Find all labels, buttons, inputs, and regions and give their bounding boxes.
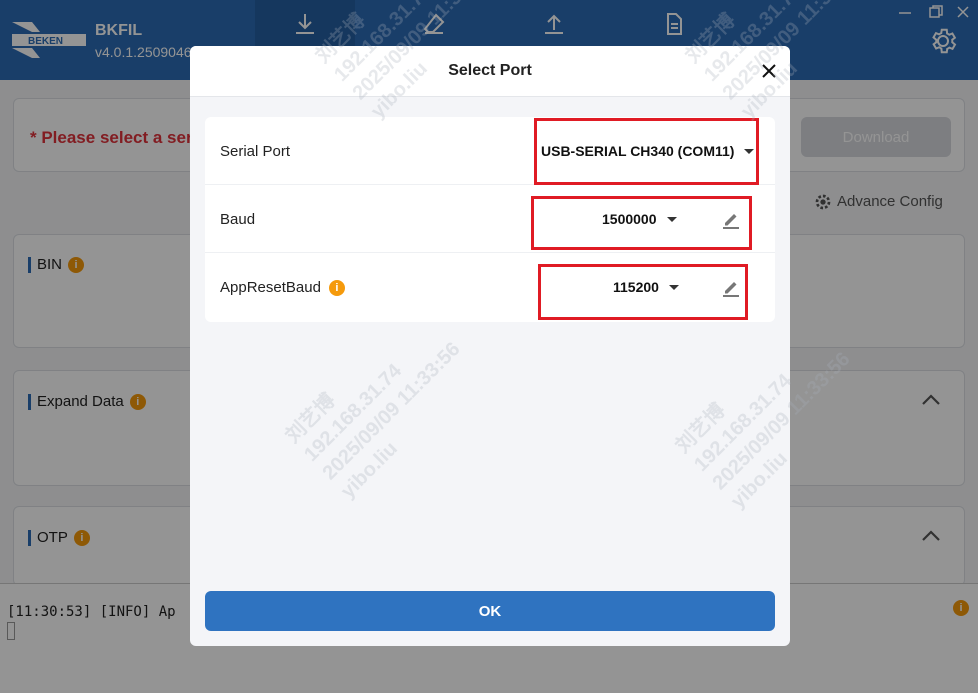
dialog-title: Select Port [448, 62, 532, 79]
baud-label: Baud [220, 211, 256, 228]
close-icon[interactable] [760, 62, 778, 80]
select-port-dialog: Select Port Serial Port USB-SERIAL CH340… [190, 46, 790, 646]
ok-button[interactable]: OK [205, 591, 775, 631]
app-reset-baud-label: AppResetBaud i [220, 279, 345, 296]
serial-port-label: Serial Port [220, 143, 291, 160]
info-icon[interactable]: i [328, 279, 345, 296]
highlight-box-baud [531, 196, 752, 250]
highlight-box-serial-port [534, 118, 759, 185]
dialog-header: Select Port [190, 46, 790, 97]
highlight-box-app-reset-baud [538, 264, 748, 320]
